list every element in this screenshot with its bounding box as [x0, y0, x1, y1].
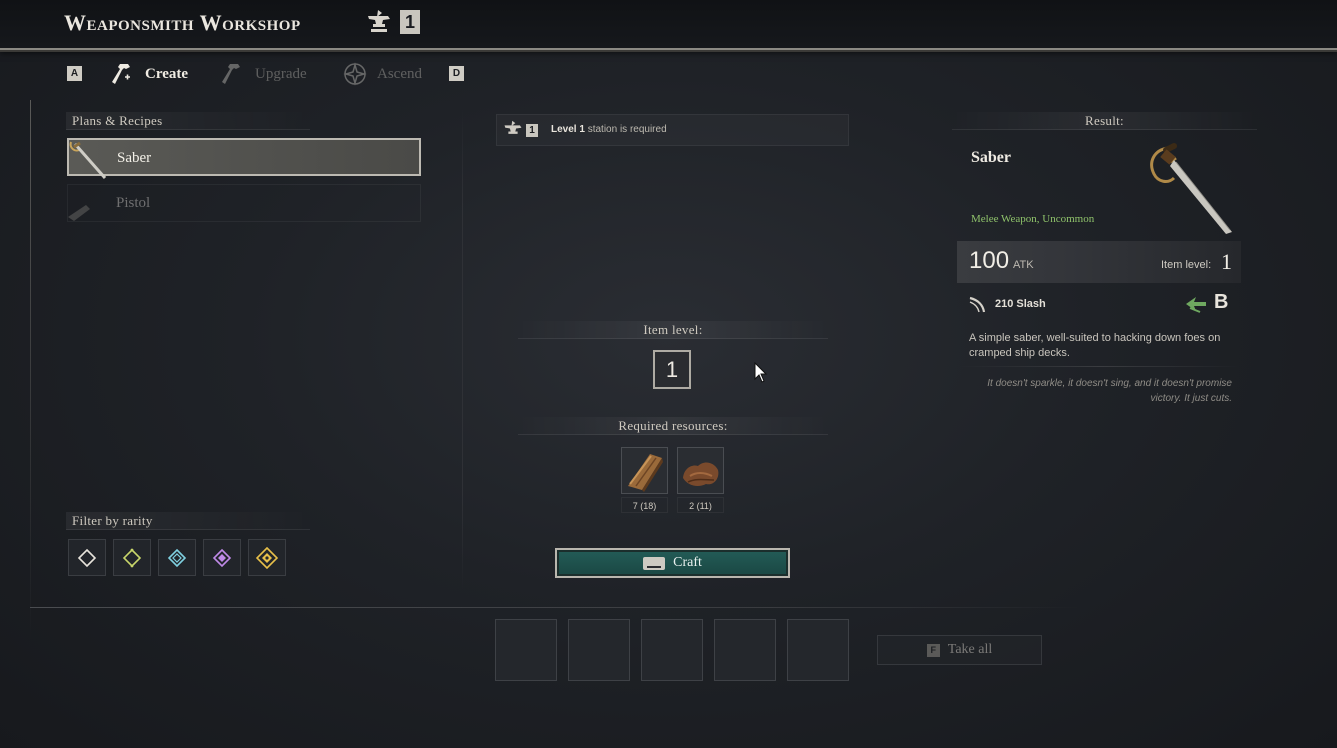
wood-plank-icon: [628, 454, 663, 492]
recipe-label: Saber: [117, 150, 152, 166]
scaling-icon: [1186, 297, 1206, 313]
hammer-icon: [112, 64, 130, 84]
take-all-button[interactable]: F Take all: [877, 635, 1042, 665]
result-description: A simple saber, well-suited to hacking d…: [969, 332, 1221, 359]
mouse-cursor-icon: [754, 362, 768, 383]
station-required-suffix: station is required: [587, 124, 667, 135]
resource-count: 2 (11): [677, 497, 724, 513]
tab-create-label: Create: [145, 65, 189, 82]
result-header: Result:: [952, 112, 1257, 130]
output-slot[interactable]: [495, 619, 557, 681]
take-all-label: Take all: [947, 642, 993, 657]
tab-upgrade-label: Upgrade: [255, 65, 307, 82]
tab-create[interactable]: Create: [111, 60, 188, 88]
saber-icon: [1150, 143, 1232, 234]
rarity-filter-common[interactable]: [68, 539, 106, 576]
resource-count: 7 (18): [621, 497, 668, 513]
header-bar: Weaponsmith Workshop 1: [0, 0, 1337, 50]
plans-header: Plans & Recipes: [66, 112, 310, 130]
output-slot[interactable]: [641, 619, 703, 681]
diamond-icon: [122, 548, 142, 567]
leather-hide-icon: [683, 462, 719, 486]
recipe-pistol[interactable]: Pistol: [67, 184, 421, 222]
pistol-icon: [68, 205, 90, 221]
rarity-filter-epic[interactable]: [203, 539, 241, 576]
anvil-icon: [504, 120, 522, 134]
spacebar-key-icon: [643, 556, 666, 570]
tab-next-key[interactable]: D: [449, 66, 464, 81]
slash-icon: [969, 296, 986, 313]
scaling-grade: B: [1214, 291, 1229, 313]
hammer-icon: [222, 64, 240, 84]
damage-row: 210 Slash B: [968, 291, 1234, 316]
result-item-type: Melee Weapon, Uncommon: [971, 213, 1095, 225]
filter-header: Filter by rarity: [66, 512, 310, 530]
take-all-key: F: [926, 643, 940, 657]
diamond-icon: [212, 548, 232, 567]
output-slot[interactable]: [787, 619, 849, 681]
item-level-header: Item level:: [518, 321, 828, 339]
craft-button[interactable]: Craft: [555, 548, 790, 578]
rarity-filter-rare[interactable]: [158, 539, 196, 576]
saber-icon: [69, 141, 107, 179]
tab-ascend-label: Ascend: [377, 65, 422, 82]
craft-button-label: Craft: [673, 555, 702, 570]
resource-slot-wood[interactable]: [621, 447, 668, 494]
diamond-icon: [256, 546, 278, 569]
page-title: Weaponsmith Workshop: [64, 10, 301, 35]
damage-text: 210 Slash: [995, 298, 1046, 310]
recipe-saber[interactable]: Saber: [67, 138, 421, 179]
rarity-filter-legendary[interactable]: [248, 539, 286, 576]
rarity-filter-uncommon[interactable]: [113, 539, 151, 576]
left-rail-divider: [30, 100, 31, 640]
station-level-text: Level 1: [551, 124, 585, 135]
result-item-name: Saber: [971, 149, 1011, 166]
attack-value: 100: [969, 247, 1010, 274]
diamond-icon: [77, 548, 97, 567]
item-level-selector[interactable]: 1: [653, 350, 691, 389]
result-separator: [960, 366, 1240, 367]
station-level-badge: 1: [400, 10, 420, 34]
recipe-label: Pistol: [116, 195, 151, 211]
output-slot[interactable]: [714, 619, 776, 681]
resource-slot-leather[interactable]: [677, 447, 724, 494]
tab-upgrade[interactable]: Upgrade: [221, 60, 307, 88]
station-required-text: Level 1 station is required: [551, 124, 667, 135]
star-emblem-icon: [343, 62, 367, 86]
result-flavor-text: It doesn't sparkle, it doesn't sing, and…: [987, 378, 1232, 404]
bottom-divider: [30, 607, 1080, 608]
tab-ascend[interactable]: Ascend: [343, 60, 422, 88]
anvil-icon: [368, 10, 390, 32]
station-requirement: 1 Level 1 station is required: [496, 114, 849, 146]
attack-row: 100 ATK Item level: 1: [957, 241, 1241, 283]
output-slot[interactable]: [568, 619, 630, 681]
resources-header: Required resources:: [518, 417, 828, 435]
station-level-badge: 1: [526, 124, 538, 137]
tab-prev-key[interactable]: A: [67, 66, 82, 81]
middle-divider: [462, 110, 463, 590]
result-item-level-label: Item level:: [1161, 259, 1212, 271]
diamond-icon: [167, 548, 187, 567]
result-item-level-value: 1: [1221, 249, 1232, 274]
attack-unit: ATK: [1013, 259, 1034, 271]
